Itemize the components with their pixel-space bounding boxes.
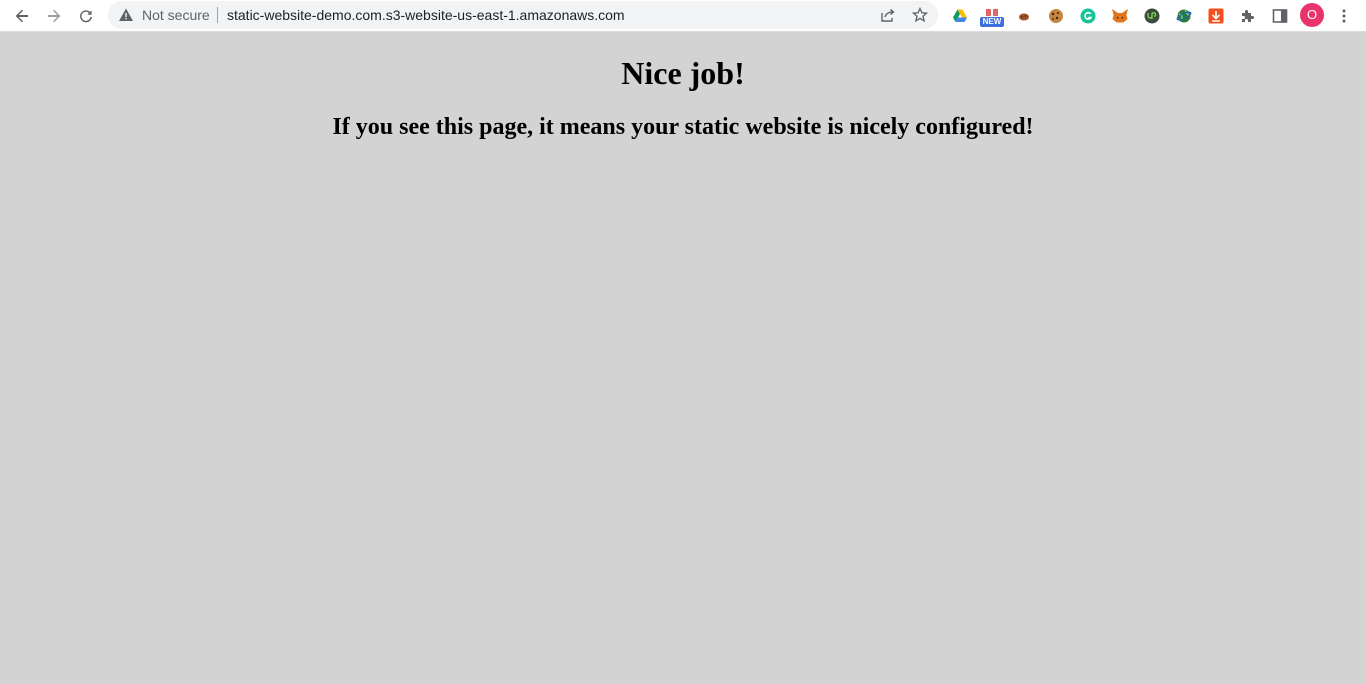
cookie-small-icon <box>1019 13 1029 21</box>
side-panel-button[interactable] <box>1268 4 1292 28</box>
forward-button[interactable] <box>42 4 66 28</box>
google-drive-icon <box>953 9 967 22</box>
browser-toolbar: Not secure static-website-demo.com.s3-we… <box>0 0 1366 32</box>
cookie-small-extension[interactable] <box>1012 4 1036 28</box>
reload-icon <box>80 10 92 23</box>
upwork-extension[interactable] <box>1140 4 1164 28</box>
cookie-icon <box>1049 9 1063 23</box>
profile-avatar[interactable]: O <box>1300 3 1324 27</box>
new-badge: NEW <box>980 17 1004 27</box>
side-panel-icon <box>1272 9 1288 23</box>
star-icon <box>912 7 928 23</box>
metamask-extension[interactable] <box>1108 4 1132 28</box>
globe-icon <box>1176 9 1192 23</box>
download-extension[interactable] <box>1204 4 1228 28</box>
fox-icon <box>1112 9 1128 23</box>
cookie-extension[interactable] <box>1044 4 1068 28</box>
url-text[interactable]: static-website-demo.com.s3-website-us-ea… <box>227 7 625 23</box>
gift-icon <box>986 9 998 16</box>
share-button[interactable] <box>878 5 898 25</box>
page-heading: Nice job! <box>621 55 745 91</box>
upwork-icon <box>1144 8 1160 24</box>
back-button[interactable] <box>10 4 34 28</box>
security-label[interactable]: Not secure <box>142 7 210 23</box>
forward-arrow-icon <box>48 9 61 23</box>
browser-menu-button[interactable] <box>1332 4 1356 28</box>
share-icon <box>881 8 895 22</box>
bookmark-button[interactable] <box>910 5 930 25</box>
new-extension[interactable]: NEW <box>978 4 1006 28</box>
google-drive-extension[interactable] <box>948 4 972 28</box>
warning-icon[interactable] <box>118 7 134 23</box>
back-arrow-icon <box>15 9 28 23</box>
omnibox-divider <box>217 7 218 23</box>
page-content: Nice job! If you see this page, it means… <box>0 33 1366 684</box>
grammarly-icon <box>1080 8 1096 24</box>
download-icon <box>1208 8 1224 24</box>
reload-button[interactable] <box>74 4 98 28</box>
globe-extension[interactable] <box>1172 4 1196 28</box>
page-subheading: If you see this page, it means your stat… <box>332 114 1034 140</box>
puzzle-icon <box>1242 10 1254 22</box>
address-bar[interactable]: Not secure static-website-demo.com.s3-we… <box>108 1 938 29</box>
kebab-menu-icon <box>1342 9 1346 23</box>
extensions-menu-button[interactable] <box>1236 4 1260 28</box>
grammarly-extension[interactable] <box>1076 4 1100 28</box>
